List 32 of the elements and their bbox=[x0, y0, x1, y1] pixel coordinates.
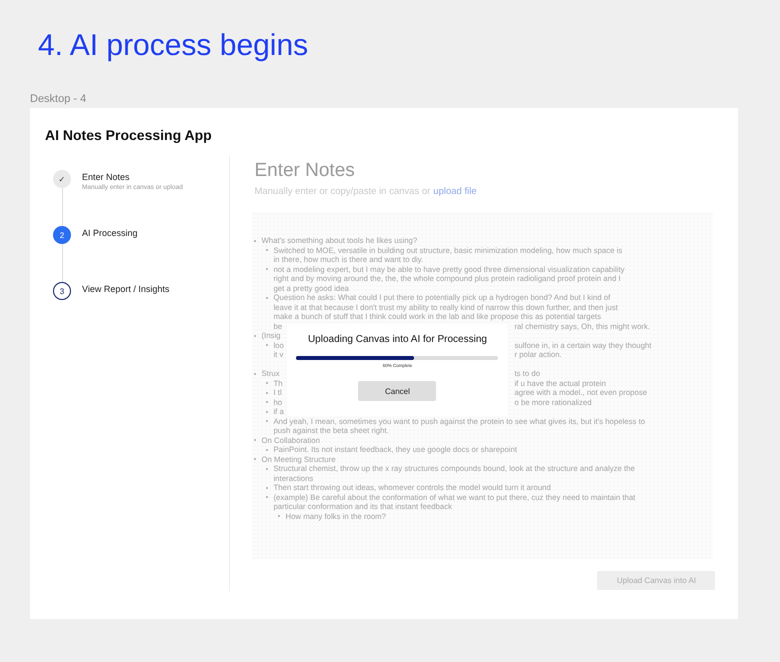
frame-label: Desktop - 4 bbox=[30, 92, 86, 106]
step-label[interactable]: AI Processing bbox=[82, 228, 138, 239]
bullet-icon bbox=[254, 458, 256, 460]
notes-canvas[interactable] bbox=[252, 212, 714, 559]
heading: Enter Notes bbox=[254, 159, 355, 183]
bullet-icon bbox=[266, 382, 268, 384]
bullet-icon bbox=[254, 372, 256, 375]
step-label[interactable]: View Report / Insights bbox=[82, 284, 170, 295]
bullet-icon bbox=[266, 268, 268, 270]
app-title: AI Notes Processing App bbox=[45, 126, 212, 144]
step-label[interactable]: Enter Notes bbox=[82, 172, 130, 183]
bullet-icon bbox=[266, 420, 268, 422]
cancel-button[interactable]: Cancel bbox=[358, 381, 436, 401]
bullet-icon bbox=[254, 334, 256, 337]
bullet-icon bbox=[254, 240, 256, 242]
page-title: 4. AI process begins bbox=[38, 28, 308, 64]
bullet-icon bbox=[266, 401, 268, 404]
bullet-icon bbox=[266, 392, 268, 394]
bullet-icon bbox=[266, 344, 268, 346]
bullet-icon bbox=[266, 468, 268, 470]
dialog-title: Uploading Canvas into AI for Processing bbox=[308, 333, 487, 346]
step-marker: 3 bbox=[53, 282, 71, 300]
step-marker: 2 bbox=[53, 226, 71, 244]
bullet-icon bbox=[266, 496, 268, 498]
bullet-icon bbox=[266, 296, 268, 299]
bullet-icon bbox=[254, 439, 256, 442]
bullet-icon bbox=[266, 486, 268, 489]
bullet-icon bbox=[266, 249, 268, 252]
bullet-icon bbox=[266, 410, 268, 413]
bullet-icon bbox=[278, 515, 280, 518]
step-marker: ✓ bbox=[53, 170, 71, 188]
bullet-icon bbox=[266, 448, 268, 451]
